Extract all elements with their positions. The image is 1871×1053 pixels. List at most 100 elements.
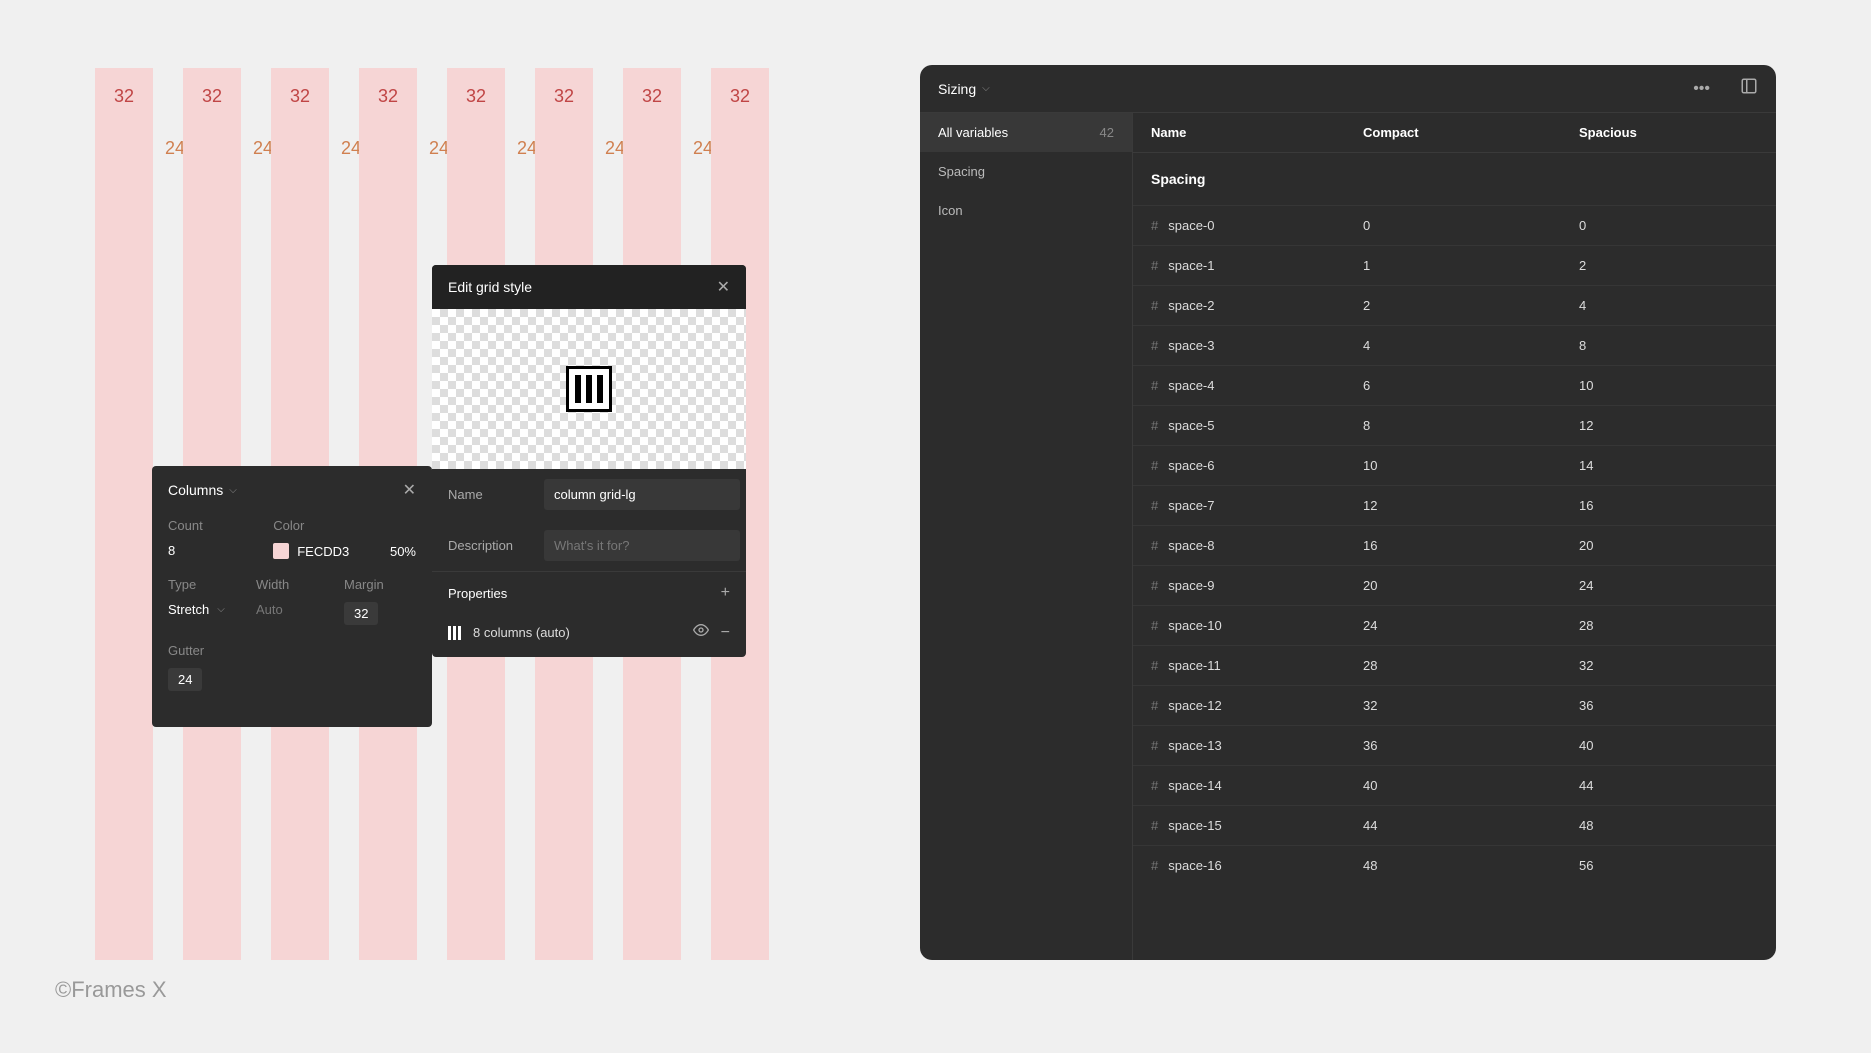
add-property-icon[interactable]: + — [721, 584, 730, 602]
table-row[interactable]: #space-4610 — [1133, 365, 1776, 405]
variable-name: space-13 — [1168, 738, 1221, 753]
variable-name: space-3 — [1168, 338, 1214, 353]
color-opacity: 50% — [390, 544, 416, 559]
table-row[interactable]: #space-112 — [1133, 245, 1776, 285]
variable-compact-value[interactable]: 28 — [1363, 658, 1579, 673]
variable-compact-value[interactable]: 44 — [1363, 818, 1579, 833]
description-input[interactable] — [544, 530, 740, 561]
variable-compact-value[interactable]: 24 — [1363, 618, 1579, 633]
count-value[interactable]: 8 — [168, 543, 257, 558]
number-type-icon: # — [1151, 458, 1158, 473]
variable-spacious-value[interactable]: 4 — [1579, 298, 1758, 313]
variable-compact-value[interactable]: 16 — [1363, 538, 1579, 553]
variable-spacious-value[interactable]: 20 — [1579, 538, 1758, 553]
table-row[interactable]: #space-154448 — [1133, 805, 1776, 845]
color-label: Color — [273, 518, 416, 533]
sidebar-toggle-icon[interactable] — [1740, 77, 1758, 100]
variable-compact-value[interactable]: 0 — [1363, 218, 1579, 233]
variable-name: space-8 — [1168, 538, 1214, 553]
variable-name: space-9 — [1168, 578, 1214, 593]
table-row[interactable]: #space-224 — [1133, 285, 1776, 325]
number-type-icon: # — [1151, 858, 1158, 873]
color-swatch — [273, 543, 289, 559]
column-width-label: 32 — [378, 86, 398, 107]
table-row[interactable]: #space-71216 — [1133, 485, 1776, 525]
variable-spacious-value[interactable]: 48 — [1579, 818, 1758, 833]
more-icon[interactable]: ••• — [1693, 80, 1710, 98]
columns-panel-title[interactable]: Columns ⌵ — [168, 482, 237, 498]
variable-compact-value[interactable]: 4 — [1363, 338, 1579, 353]
variable-spacious-value[interactable]: 32 — [1579, 658, 1758, 673]
table-row[interactable]: #space-164856 — [1133, 845, 1776, 885]
number-type-icon: # — [1151, 578, 1158, 593]
table-row[interactable]: #space-000 — [1133, 205, 1776, 245]
properties-label: Properties — [448, 586, 507, 601]
table-row[interactable]: #space-5812 — [1133, 405, 1776, 445]
close-icon[interactable]: ✕ — [717, 277, 730, 297]
variable-spacious-value[interactable]: 2 — [1579, 258, 1758, 273]
close-icon[interactable]: ✕ — [403, 480, 416, 500]
variable-spacious-value[interactable]: 8 — [1579, 338, 1758, 353]
variable-spacious-value[interactable]: 16 — [1579, 498, 1758, 513]
table-row[interactable]: # space-6 1014 — [1133, 445, 1776, 485]
column-width-label: 32 — [114, 86, 134, 107]
sidebar-item-all[interactable]: All variables 42 — [920, 113, 1132, 152]
variable-spacious-value[interactable]: 0 — [1579, 218, 1758, 233]
color-value[interactable]: FECDD3 50% — [273, 543, 416, 559]
variable-name: space-14 — [1168, 778, 1221, 793]
variable-spacious-value[interactable]: 36 — [1579, 698, 1758, 713]
table-row[interactable]: #space-348 — [1133, 325, 1776, 365]
columns-title-text: Columns — [168, 482, 223, 498]
variable-spacious-value[interactable]: 12 — [1579, 418, 1758, 433]
table-row[interactable]: #space-144044 — [1133, 765, 1776, 805]
table-row[interactable]: #space-81620 — [1133, 525, 1776, 565]
variable-compact-value[interactable]: 48 — [1363, 858, 1579, 873]
edit-panel-title: Edit grid style — [448, 279, 532, 295]
variable-compact-value[interactable]: 40 — [1363, 778, 1579, 793]
variable-name: space-15 — [1168, 818, 1221, 833]
variable-compact-value[interactable]: 32 — [1363, 698, 1579, 713]
variable-spacious-value[interactable]: 28 — [1579, 618, 1758, 633]
name-input[interactable] — [544, 479, 740, 510]
variable-spacious-value[interactable]: 44 — [1579, 778, 1758, 793]
variable-compact-value[interactable]: 6 — [1363, 378, 1579, 393]
collection-selector[interactable]: Sizing ⌵ — [938, 81, 990, 97]
variable-compact-value[interactable]: 12 — [1363, 498, 1579, 513]
variable-name: space-6 — [1168, 458, 1214, 473]
variable-spacious-value[interactable]: 24 — [1579, 578, 1758, 593]
number-type-icon: # — [1151, 298, 1158, 313]
table-row[interactable]: #space-102428 — [1133, 605, 1776, 645]
variable-compact-value[interactable]: 8 — [1363, 418, 1579, 433]
variable-compact-value[interactable]: 2 — [1363, 298, 1579, 313]
variable-spacious-value[interactable]: 56 — [1579, 858, 1758, 873]
gutter-value[interactable]: 24 — [168, 668, 202, 691]
type-value[interactable]: Stretch ⌵ — [168, 602, 240, 617]
column-width-label: 32 — [466, 86, 486, 107]
variable-compact-value[interactable]: 10 — [1363, 458, 1579, 473]
remove-property-icon[interactable]: − — [721, 624, 730, 642]
visibility-icon[interactable] — [693, 622, 709, 643]
variable-spacious-value[interactable]: 10 — [1579, 378, 1758, 393]
variable-name: space-7 — [1168, 498, 1214, 513]
variable-name: space-10 — [1168, 618, 1221, 633]
table-row[interactable]: #space-112832 — [1133, 645, 1776, 685]
property-row[interactable]: 8 columns (auto) − — [432, 614, 746, 657]
variable-compact-value[interactable]: 1 — [1363, 258, 1579, 273]
table-row[interactable]: #space-133640 — [1133, 725, 1776, 765]
sidebar-item-spacing[interactable]: Spacing — [920, 152, 1132, 191]
table-row[interactable]: #space-123236 — [1133, 685, 1776, 725]
sidebar-item-icon[interactable]: Icon — [920, 191, 1132, 230]
variable-spacious-value[interactable]: 14 — [1579, 458, 1758, 473]
margin-value[interactable]: 32 — [344, 602, 378, 625]
chevron-down-icon: ⌵ — [217, 604, 225, 615]
variables-panel: Sizing ⌵ ••• All variables 42 Spacing Ic… — [920, 65, 1776, 960]
table-row[interactable]: # space-9 2024 — [1133, 565, 1776, 605]
variable-spacious-value[interactable]: 40 — [1579, 738, 1758, 753]
variable-compact-value[interactable]: 36 — [1363, 738, 1579, 753]
grid-column: 3224 — [95, 68, 153, 960]
chevron-down-icon: ⌵ — [982, 83, 990, 94]
variable-compact-value[interactable]: 20 — [1363, 578, 1579, 593]
type-text: Stretch — [168, 602, 209, 617]
count-label: Count — [168, 518, 257, 533]
variables-sidebar: All variables 42 Spacing Icon — [920, 113, 1133, 960]
